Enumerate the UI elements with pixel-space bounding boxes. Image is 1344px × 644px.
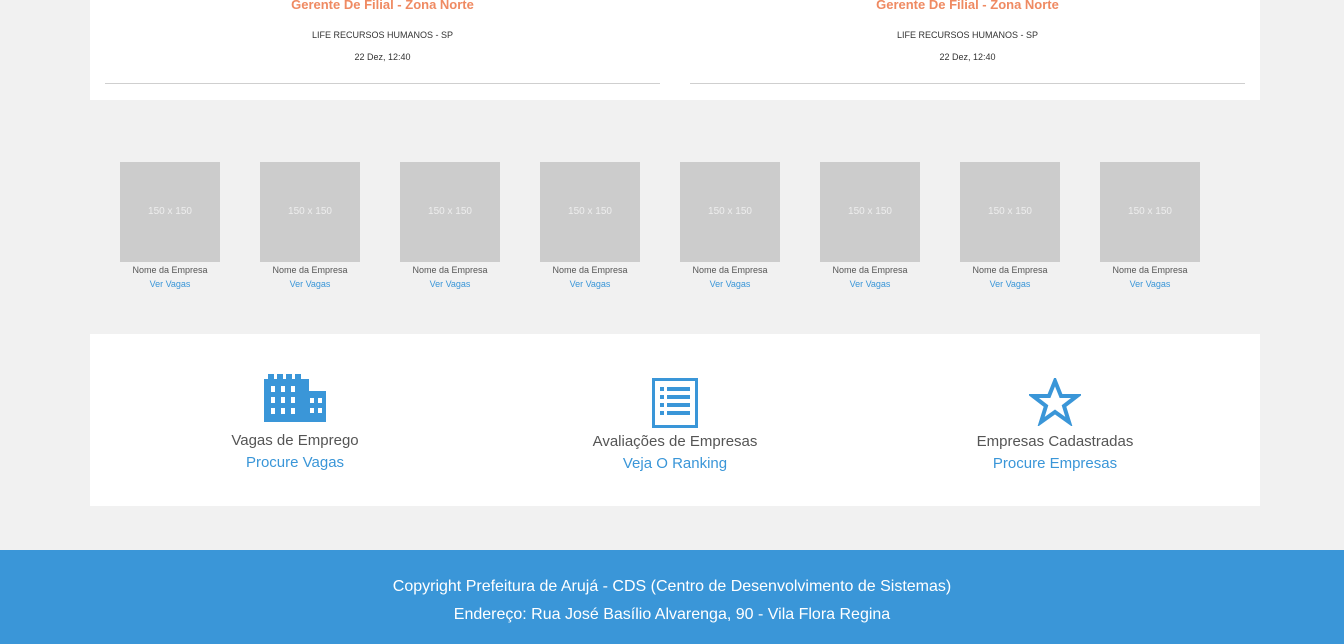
feature-registered-companies: Empresas Cadastradas Procure Empresas [905,334,1205,506]
feature-label: Empresas Cadastradas [976,433,1134,450]
job-company: LIFE RECURSOS HUMANOS - SP [896,30,1039,40]
company-item: 150 x 150 Nome da Empresa Ver Vagas [120,162,220,290]
company-item: 150 x 150 Nome da Empresa Ver Vagas [960,162,1060,290]
company-item: 150 x 150 Nome da Empresa Ver Vagas [1100,162,1200,290]
list-icon [525,378,825,428]
job-title[interactable]: Gerente De Filial - Zona Norte [105,0,660,13]
company-name: Nome da Empresa [132,265,208,275]
find-jobs-link[interactable]: Procure Vagas [145,454,445,472]
job-listings-panel: Gerente De Filial - Zona Norte LIFE RECU… [90,0,1260,100]
footer: Copyright Prefeitura de Arujá - CDS (Cen… [0,550,1344,644]
company-logo-placeholder[interactable]: 150 x 150 [400,162,500,262]
feature-label: Avaliações de Empresas [592,433,758,450]
company-logos-strip: 150 x 150 Nome da Empresa Ver Vagas 150 … [0,162,1344,292]
job-title[interactable]: Gerente De Filial - Zona Norte [690,0,1245,13]
company-logo-placeholder[interactable]: 150 x 150 [540,162,640,262]
company-item: 150 x 150 Nome da Empresa Ver Vagas [820,162,920,290]
company-name: Nome da Empresa [412,265,488,275]
feature-job-openings: Vagas de Emprego Procure Vagas [145,334,445,506]
job-company: LIFE RECURSOS HUMANOS - SP [311,30,454,40]
job-card[interactable]: Gerente De Filial - Zona Norte LIFE RECU… [690,0,1245,84]
company-name: Nome da Empresa [972,265,1048,275]
company-name: Nome da Empresa [692,265,768,275]
star-icon [905,378,1205,426]
footer-address: Endereço: Rua José Basílio Alvarenga, 90… [453,606,891,623]
company-logo-placeholder[interactable]: 150 x 150 [960,162,1060,262]
view-ranking-link[interactable]: Veja O Ranking [525,455,825,473]
building-icon [145,374,445,422]
company-name: Nome da Empresa [832,265,908,275]
job-date: 22 Dez, 12:40 [939,52,996,62]
view-jobs-link[interactable]: Ver Vagas [680,278,780,290]
company-logo-placeholder[interactable]: 150 x 150 [680,162,780,262]
company-logo-placeholder[interactable]: 150 x 150 [820,162,920,262]
job-date: 22 Dez, 12:40 [354,52,411,62]
company-logo-placeholder[interactable]: 150 x 150 [260,162,360,262]
feature-label: Vagas de Emprego [231,432,359,449]
company-name: Nome da Empresa [272,265,348,275]
view-jobs-link[interactable]: Ver Vagas [960,278,1060,290]
view-jobs-link[interactable]: Ver Vagas [260,278,360,290]
company-item: 150 x 150 Nome da Empresa Ver Vagas [400,162,500,290]
company-item: 150 x 150 Nome da Empresa Ver Vagas [540,162,640,290]
view-jobs-link[interactable]: Ver Vagas [820,278,920,290]
feature-company-reviews: Avaliações de Empresas Veja O Ranking [525,334,825,506]
company-item: 150 x 150 Nome da Empresa Ver Vagas [680,162,780,290]
company-logo-placeholder[interactable]: 150 x 150 [120,162,220,262]
view-jobs-link[interactable]: Ver Vagas [400,278,500,290]
job-card[interactable]: Gerente De Filial - Zona Norte LIFE RECU… [105,0,660,84]
company-item: 150 x 150 Nome da Empresa Ver Vagas [260,162,360,290]
features-panel: Vagas de Emprego Procure Vagas Avaliaçõe… [90,334,1260,506]
company-name: Nome da Empresa [552,265,628,275]
company-name: Nome da Empresa [1112,265,1188,275]
view-jobs-link[interactable]: Ver Vagas [540,278,640,290]
view-jobs-link[interactable]: Ver Vagas [1100,278,1200,290]
find-companies-link[interactable]: Procure Empresas [905,455,1205,473]
view-jobs-link[interactable]: Ver Vagas [120,278,220,290]
footer-copyright: Copyright Prefeitura de Arujá - CDS (Cen… [392,578,952,595]
company-logo-placeholder[interactable]: 150 x 150 [1100,162,1200,262]
